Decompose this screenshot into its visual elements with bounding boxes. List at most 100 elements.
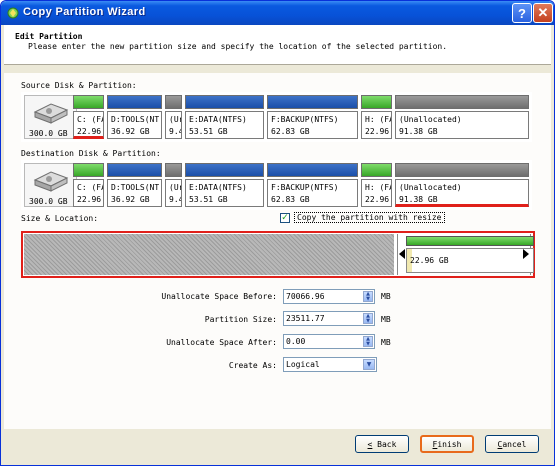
source-partition-1[interactable]: D:TOOLS(NT 36.92 GB (107, 95, 162, 139)
partition-info: E:DATA(NTFS) 53.51 GB (185, 179, 264, 207)
partition-bar (107, 163, 162, 177)
partition-info: E:DATA(NTFS) 53.51 GB (185, 111, 264, 139)
partition-bar (73, 163, 104, 177)
unallocate-before-input[interactable]: 70066.96 ▲ ▼ (283, 289, 375, 304)
destination-partition-3[interactable]: E:DATA(NTFS) 53.51 GB (185, 163, 264, 207)
source-disk-size: 300.0 GB (29, 129, 68, 138)
unallocate-before-value: 70066.96 (286, 292, 325, 301)
source-partition-3[interactable]: E:DATA(NTFS) 53.51 GB (185, 95, 264, 139)
destination-disk-size: 300.0 GB (29, 197, 68, 206)
copy-with-resize-checkbox[interactable]: ✓ (280, 212, 290, 223)
partition-info: C: (FA 22.96 (73, 111, 104, 139)
source-disk-cell[interactable]: 300.0 GB (24, 95, 77, 139)
create-as-label: Create As: (228, 361, 277, 370)
source-partition-6[interactable]: (Unallocated) 91.38 GB (395, 95, 529, 139)
partition-size: 62.83 GB (271, 127, 310, 136)
unit-mb-label: MB (381, 338, 391, 347)
partition-label: F:BACKUP(NTFS) (271, 115, 339, 124)
partition-info: (Unallocated) 91.38 GB (395, 111, 529, 139)
partition-label: E:DATA(NTFS) (189, 183, 247, 192)
copy-partition-wizard-window: Copy Partition Wizard ? ✕ Edit Partition… (0, 0, 555, 466)
spin-updown-icon[interactable]: ▲ ▼ (363, 313, 373, 324)
destination-partition-2[interactable]: (Ur 9.4 (165, 163, 182, 207)
partition-info: (Ur 9.4 (165, 179, 182, 207)
partition-bar (107, 95, 162, 109)
unallocate-after-value: 0.00 (286, 337, 306, 346)
copy-with-resize-label[interactable]: Copy the partition with resize (294, 212, 445, 223)
hard-disk-icon (33, 103, 69, 124)
source-disk-map: 300.0 GB C: (FA 22.96 D:TOOLS(NT 36.92 GB (U… (21, 92, 532, 142)
unallocate-after-input[interactable]: 0.00 ▲ ▼ (283, 334, 375, 349)
partition-label: D:TOOLS(NT (111, 115, 160, 124)
partition-size: 22.96 (77, 195, 102, 204)
partition-size: 9.4 (169, 127, 181, 136)
partition-label: C: (FA (77, 115, 104, 124)
help-button[interactable]: ? (512, 3, 532, 23)
partition-size: 9.4 (169, 195, 181, 204)
finish-button[interactable]: Finish (420, 435, 474, 453)
spin-updown-icon[interactable]: ▲ ▼ (363, 291, 373, 302)
header-subtitle: Please enter the new partition size and … (28, 42, 448, 51)
app-icon (7, 7, 19, 19)
title-bar[interactable]: Copy Partition Wizard ? ✕ (1, 1, 554, 25)
source-partition-5[interactable]: H: (FA 22.96 (361, 95, 392, 139)
source-partition-4[interactable]: F:BACKUP(NTFS) 62.83 GB (267, 95, 358, 139)
create-as-select[interactable]: Logical ▼ (283, 357, 377, 372)
unallocate-before-label: Unallocate Space Before: (161, 292, 277, 301)
destination-partition-1[interactable]: D:TOOLS(NT 36.92 GB (107, 163, 162, 207)
source-partition-0[interactable]: C: (FA 22.96 (73, 95, 104, 139)
partition-bar (267, 163, 358, 177)
source-disk-label: Source Disk & Partition: (21, 81, 137, 90)
partition-block[interactable]: 22.96 GB (397, 234, 534, 275)
destination-partition-5[interactable]: H: (FA 22.96 (361, 163, 392, 207)
partition-label: (Unallocated) (399, 183, 462, 192)
partition-bar (267, 95, 358, 109)
destination-disk-map: 300.0 GB C: (FA 22.96 D:TOOLS(NT 36.92 GB (U… (21, 160, 532, 210)
left-resize-handle[interactable] (399, 249, 405, 259)
partition-info: C: (FA 22.96 (73, 179, 104, 207)
partition-label: H: (FA (365, 115, 392, 124)
partition-label: (Unallocated) (399, 115, 462, 124)
partition-block-bar (406, 236, 534, 246)
wizard-header: Edit Partition Please enter the new part… (4, 25, 551, 65)
cancel-button[interactable]: Cancel (485, 435, 539, 453)
partition-size: 91.38 GB (399, 195, 438, 204)
size-location-label: Size & Location: (21, 214, 99, 223)
partition-label: C: (FA (77, 183, 104, 192)
partition-bar (395, 95, 529, 109)
partition-size: 53.51 GB (189, 127, 228, 136)
partition-size-input[interactable]: 23511.77 ▲ ▼ (283, 311, 375, 326)
partition-info: H: (FA 22.96 (361, 179, 392, 207)
partition-info: D:TOOLS(NT 36.92 GB (107, 179, 162, 207)
partition-bar (165, 95, 182, 109)
create-as-value: Logical (286, 360, 320, 369)
header-title: Edit Partition (15, 32, 83, 41)
partition-info: F:BACKUP(NTFS) 62.83 GB (267, 111, 358, 139)
size-location-slider[interactable]: 22.96 GB (21, 231, 535, 278)
partition-block-size: 22.96 GB (410, 256, 449, 265)
destination-disk-cell[interactable]: 300.0 GB (24, 163, 77, 207)
copy-with-resize-option[interactable]: ✓ Copy the partition with resize (280, 212, 445, 223)
back-button[interactable]: < Back (355, 435, 409, 453)
spin-updown-icon[interactable]: ▲ ▼ (363, 336, 373, 347)
partition-bar (165, 163, 182, 177)
destination-partition-6[interactable]: (Unallocated) 91.38 GB (395, 163, 529, 207)
partition-label: D:TOOLS(NT (111, 183, 160, 192)
destination-disk-label: Destination Disk & Partition: (21, 149, 161, 158)
unit-mb-label: MB (381, 292, 391, 301)
unallocated-before-area (24, 234, 394, 275)
chevron-down-icon[interactable]: ▼ (363, 359, 375, 370)
partition-size: 36.92 GB (111, 127, 150, 136)
cancel-button-label: Cancel (497, 439, 527, 449)
source-partition-2[interactable]: (Ur 9.4 (165, 95, 182, 139)
partition-size: 22.96 (365, 195, 390, 204)
close-button[interactable]: ✕ (533, 3, 553, 23)
destination-partition-0[interactable]: C: (FA 22.96 (73, 163, 104, 207)
partition-size: 22.96 (77, 127, 102, 136)
partition-label: (Ur (169, 183, 181, 192)
destination-partition-4[interactable]: F:BACKUP(NTFS) 62.83 GB (267, 163, 358, 207)
partition-info: H: (FA 22.96 (361, 111, 392, 139)
right-resize-handle[interactable] (523, 249, 529, 259)
partition-bar (361, 163, 392, 177)
partition-label: H: (FA (365, 183, 392, 192)
